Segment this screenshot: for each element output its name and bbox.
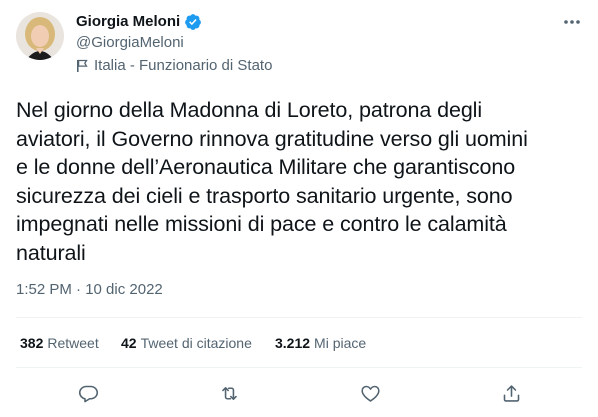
reply-icon: [78, 385, 98, 402]
quote-label: Tweet di citazione: [140, 335, 252, 351]
quote-count: 42: [121, 335, 137, 351]
retweet-count: 382: [20, 335, 44, 351]
author-name-text: Giorgia Meloni: [76, 13, 181, 30]
tweet: Giorgia Meloni @GiorgiaMeloni Italia - F…: [0, 0, 598, 417]
like-count-link[interactable]: 3.212 Mi piace: [275, 333, 366, 353]
retweet-button[interactable]: [216, 380, 242, 406]
quote-count-link[interactable]: 42 Tweet di citazione: [121, 333, 252, 353]
share-button[interactable]: [498, 380, 524, 406]
divider: [16, 317, 582, 318]
retweet-icon: [221, 386, 237, 400]
share-icon: [503, 384, 519, 402]
flag-icon: [77, 59, 88, 72]
avatar-image: [16, 12, 64, 60]
like-count: 3.212: [275, 335, 311, 351]
action-bar: [0, 378, 598, 408]
verified-badge-icon: [185, 14, 202, 30]
tweet-text: Nel giorno della Madonna di Loreto, patr…: [16, 98, 528, 265]
more-options-button[interactable]: [560, 12, 584, 32]
retweet-label: Retweet: [47, 335, 99, 351]
author-handle[interactable]: @GiorgiaMeloni: [76, 33, 184, 53]
like-button[interactable]: [357, 380, 383, 406]
more-options-icon: [564, 20, 580, 24]
avatar[interactable]: [16, 12, 64, 60]
like-icon: [360, 385, 380, 402]
affiliation-label: Italia - Funzionario di Stato: [76, 56, 272, 76]
divider: [16, 367, 582, 368]
author-name[interactable]: Giorgia Meloni: [76, 12, 202, 32]
retweet-count-link[interactable]: 382 Retweet: [20, 333, 99, 353]
timestamp[interactable]: 1:52 PM · 10 dic 2022: [16, 280, 163, 300]
affiliation-text: Italia - Funzionario di Stato: [94, 57, 273, 74]
like-label: Mi piace: [314, 335, 367, 351]
reply-button[interactable]: [75, 380, 101, 406]
